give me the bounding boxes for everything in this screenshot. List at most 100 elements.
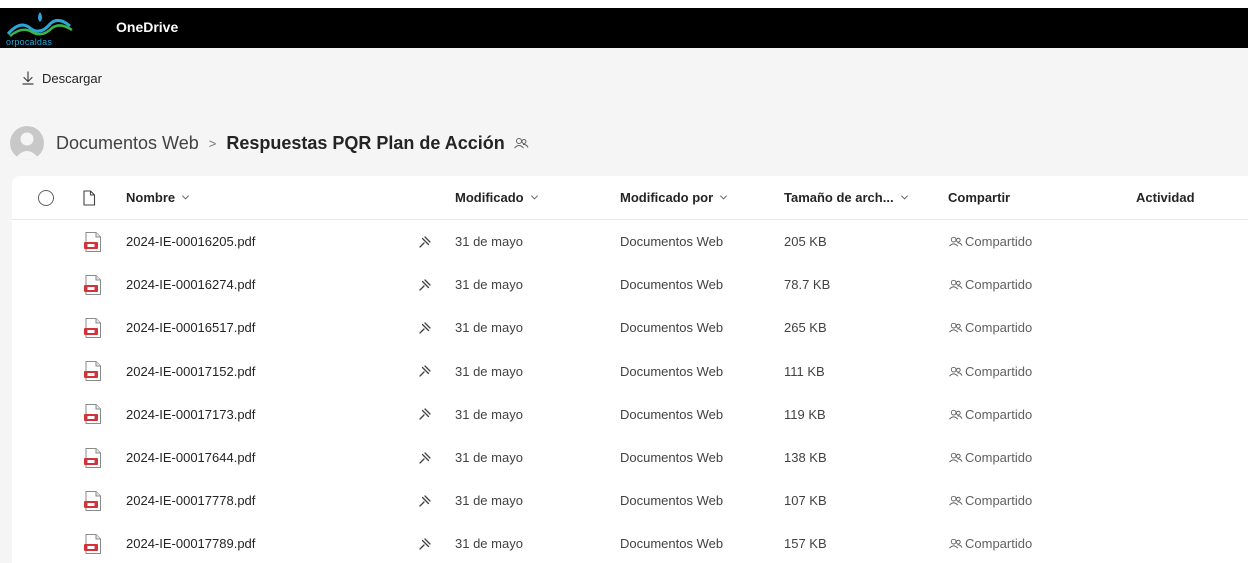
pdf-icon (84, 447, 101, 468)
file-row[interactable]: 2024-IE-00017778.pdf 31 de mayo Document… (12, 479, 1248, 522)
file-sharing-label: Compartido (965, 320, 1033, 336)
file-sharing[interactable]: Compartido (948, 479, 1032, 522)
pdf-file-icon (82, 479, 104, 522)
file-sharing-label: Compartido (965, 234, 1033, 249)
people-icon (949, 452, 963, 463)
pin-icon[interactable] (418, 393, 432, 436)
document-icon (83, 190, 96, 206)
column-header-modified-by[interactable]: Modificado por (620, 190, 728, 205)
file-sharing[interactable]: Compartido (948, 522, 1032, 563)
pdf-file-icon (82, 522, 104, 563)
file-row[interactable]: 2024-IE-00017789.pdf 31 de mayo Document… (12, 522, 1248, 563)
main-content: Descargar Documentos Web > Respuestas PQ… (0, 48, 1248, 563)
chevron-down-icon (900, 195, 908, 200)
file-modified: 31 de mayo (455, 363, 523, 379)
file-modified-by[interactable]: Documentos Web (620, 393, 723, 436)
people-icon (513, 138, 529, 149)
file-modified-by[interactable]: Documentos Web (620, 220, 723, 263)
file-modified-by[interactable]: Documentos Web (620, 306, 723, 349)
file-modified-by[interactable]: Documentos Web (620, 479, 723, 522)
select-all-checkbox[interactable] (38, 190, 54, 206)
pin-icon[interactable] (418, 350, 432, 393)
file-sharing[interactable]: Compartido (948, 436, 1032, 479)
file-sharing[interactable]: Compartido (948, 393, 1032, 436)
column-header-name[interactable]: Nombre (126, 190, 190, 205)
app-title[interactable]: OneDrive (116, 19, 178, 35)
column-header-name-label: Nombre (126, 190, 176, 205)
pdf-file-icon (82, 220, 104, 263)
file-row[interactable]: 2024-IE-00016517.pdf 31 de mayo Document… (12, 306, 1248, 349)
file-name[interactable]: 2024-IE-00017778.pdf (126, 479, 255, 522)
breadcrumb: Documentos Web > Respuestas PQR Plan de … (10, 126, 529, 160)
pdf-icon (84, 361, 101, 382)
file-name[interactable]: 2024-IE-00017789.pdf (126, 522, 255, 563)
download-icon (22, 71, 34, 85)
file-name[interactable]: 2024-IE-00017173.pdf (126, 393, 255, 436)
file-name[interactable]: 2024-IE-00016517.pdf (126, 306, 255, 349)
list-header: Nombre Modificado Modificado por Tamaño … (12, 176, 1248, 220)
pin-icon[interactable] (418, 522, 432, 563)
pin-icon[interactable] (418, 306, 432, 349)
file-list: Nombre Modificado Modificado por Tamaño … (12, 176, 1248, 563)
top-strip (0, 0, 1248, 8)
breadcrumb-separator: > (208, 135, 217, 151)
file-modified: 31 de mayo (455, 536, 523, 552)
file-name[interactable]: 2024-IE-00017152.pdf (126, 350, 255, 393)
file-row[interactable]: 2024-IE-00017644.pdf 31 de mayo Document… (12, 436, 1248, 479)
file-modified: 31 de mayo (455, 493, 523, 509)
file-sharing[interactable]: Compartido (948, 263, 1032, 306)
pdf-icon (84, 231, 101, 252)
file-name[interactable]: 2024-IE-00016205.pdf (126, 220, 255, 263)
file-modified-by[interactable]: Documentos Web (620, 263, 723, 306)
file-size: 107 KB (784, 493, 827, 509)
file-modified: 31 de mayo (455, 406, 523, 422)
pin-icon[interactable] (418, 220, 432, 263)
file-size: 265 KB (784, 320, 827, 336)
file-row[interactable]: 2024-IE-00017152.pdf 31 de mayo Document… (12, 350, 1248, 393)
column-header-size-label: Tamaño de arch... (784, 190, 894, 205)
logo-text: orpocaldas (6, 37, 53, 47)
file-sharing[interactable]: Compartido (948, 350, 1032, 393)
file-sharing[interactable]: Compartido (948, 306, 1032, 349)
file-row[interactable]: 2024-IE-00016274.pdf 31 de mayo Document… (12, 263, 1248, 306)
file-sharing-label: Compartido (965, 450, 1033, 465)
file-sharing[interactable]: Compartido (948, 220, 1032, 263)
people-icon (949, 236, 963, 247)
people-icon (949, 539, 963, 549)
people-icon (949, 366, 963, 377)
file-modified-by[interactable]: Documentos Web (620, 350, 723, 393)
file-modified-by[interactable]: Documentos Web (620, 522, 723, 563)
people-icon (949, 280, 963, 290)
column-header-activity[interactable]: Actividad (1136, 190, 1195, 205)
pdf-file-icon (82, 306, 104, 349)
radio-icon (38, 190, 54, 206)
column-header-modified[interactable]: Modificado (455, 190, 539, 205)
file-row[interactable]: 2024-IE-00017173.pdf 31 de mayo Document… (12, 393, 1248, 436)
breadcrumb-root[interactable]: Documentos Web (56, 133, 199, 154)
people-icon (949, 409, 963, 420)
download-label: Descargar (42, 70, 102, 86)
file-sharing-label: Compartido (965, 493, 1033, 509)
corpocaldas-logo[interactable]: orpocaldas (6, 8, 80, 48)
file-size: 111 KB (784, 363, 825, 379)
chevron-down-icon (530, 195, 538, 200)
file-size: 205 KB (784, 234, 827, 249)
column-header-modified-by-label: Modificado por (620, 190, 714, 205)
file-sharing-label: Compartido (965, 363, 1033, 379)
download-button[interactable]: Descargar (20, 70, 102, 86)
pdf-icon (84, 274, 101, 295)
file-name[interactable]: 2024-IE-00016274.pdf (126, 263, 255, 306)
file-sharing-label: Compartido (965, 536, 1033, 552)
pin-icon[interactable] (418, 479, 432, 522)
file-modified: 31 de mayo (455, 234, 523, 249)
file-name[interactable]: 2024-IE-00017644.pdf (126, 436, 255, 479)
file-modified-by[interactable]: Documentos Web (620, 436, 723, 479)
pin-icon[interactable] (418, 436, 432, 479)
column-header-sharing[interactable]: Compartir (948, 190, 1010, 205)
column-header-size[interactable]: Tamaño de arch... (784, 190, 909, 205)
file-row[interactable]: 2024-IE-00016205.pdf 31 de mayo Document… (12, 220, 1248, 263)
file-type-header[interactable] (82, 190, 96, 206)
pin-icon[interactable] (418, 263, 432, 306)
pdf-file-icon (82, 263, 104, 306)
file-modified: 31 de mayo (455, 277, 523, 293)
